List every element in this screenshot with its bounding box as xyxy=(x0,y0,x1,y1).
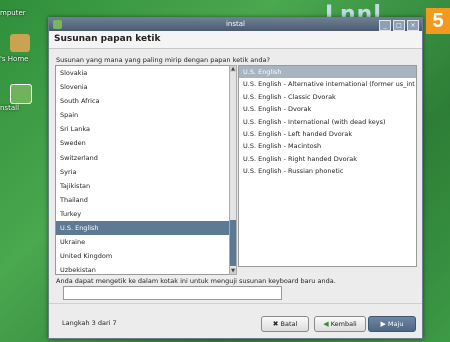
layout-list-item[interactable]: South Africa xyxy=(56,94,230,108)
footer: Langkah 3 dari 7 ✖ Batal ◀ Kembali ▶ Maj… xyxy=(49,303,422,339)
variant-list-item[interactable]: U.S. English xyxy=(239,66,416,79)
layout-list-item[interactable]: Thailand xyxy=(56,193,230,207)
title-bar[interactable]: instal _ □ × xyxy=(49,18,422,31)
layout-scrollbar[interactable]: ▲ ▼ xyxy=(229,65,237,275)
variant-list-item[interactable]: U.S. English - International (with dead … xyxy=(239,116,416,128)
layout-list-item[interactable]: U.S. English xyxy=(56,221,230,236)
minimize-icon[interactable]: _ xyxy=(379,20,391,31)
layout-list-item[interactable]: Tajikistan xyxy=(56,179,230,193)
variant-list-item[interactable]: U.S. English - Right handed Dvorak xyxy=(239,153,416,165)
forward-arrow-icon: ▶ xyxy=(380,320,386,328)
keyboard-test-input[interactable] xyxy=(63,286,282,300)
scroll-thumb[interactable] xyxy=(230,220,236,266)
installer-window: instal _ □ × Susunan papan ketik Susunan… xyxy=(48,17,423,339)
layout-list-item[interactable]: Sweden xyxy=(56,136,230,150)
layout-list-item[interactable]: Syria xyxy=(56,165,230,179)
page-title: Susunan papan ketik xyxy=(49,31,422,49)
install-icon[interactable] xyxy=(10,84,32,104)
layout-list[interactable]: Slovakia Slovenia South Africa Spain Sri Lan… xyxy=(55,65,231,275)
layout-list-item[interactable]: Switzerland xyxy=(56,151,230,165)
variant-list-item[interactable]: U.S. English - Alternative international… xyxy=(239,78,416,90)
layout-list-item[interactable]: Slovenia xyxy=(56,80,230,94)
layout-list-item[interactable]: Turkey xyxy=(56,207,230,221)
layout-list-item[interactable]: Sri Lanka xyxy=(56,122,230,136)
scroll-up-icon[interactable]: ▲ xyxy=(230,66,236,72)
step-badge: 5 xyxy=(426,8,450,34)
layout-list-item[interactable]: Ukraine xyxy=(56,235,230,249)
layout-list-item[interactable]: Slovakia xyxy=(56,66,230,80)
variant-list-item[interactable]: U.S. English - Left handed Dvorak xyxy=(239,128,416,140)
desktop-computer-label: mputer xyxy=(0,9,26,17)
variant-list[interactable]: U.S. English U.S. English - Alternative i… xyxy=(238,65,417,267)
window-title: instal xyxy=(225,20,245,28)
test-hint: Anda dapat mengetik ke dalam kotak ini u… xyxy=(56,277,336,285)
variant-list-item[interactable]: U.S. English - Dvorak xyxy=(239,103,416,115)
step-indicator: Langkah 3 dari 7 xyxy=(62,319,117,327)
cancel-icon: ✖ xyxy=(272,320,279,328)
desktop-install-label: nstall xyxy=(0,104,20,112)
maximize-icon[interactable]: □ xyxy=(393,20,405,31)
variant-list-item[interactable]: U.S. English - Classic Dvorak xyxy=(239,91,416,103)
layout-list-item[interactable]: Spain xyxy=(56,108,230,122)
cancel-button[interactable]: ✖ Batal xyxy=(261,316,309,332)
layout-list-item[interactable]: Uzbekistan xyxy=(56,263,230,274)
scroll-down-icon[interactable]: ▼ xyxy=(230,268,236,274)
back-button[interactable]: ◀ Kembali xyxy=(314,316,366,332)
desktop-home-label: 's Home xyxy=(0,55,29,63)
question-label: Susunan yang mana yang paling mirip deng… xyxy=(56,56,270,64)
back-arrow-icon: ◀ xyxy=(323,320,329,328)
next-button[interactable]: ▶ Maju xyxy=(368,316,416,332)
close-icon[interactable]: × xyxy=(407,20,419,31)
variant-list-item[interactable]: U.S. English - Russian phonetic xyxy=(239,165,416,177)
home-folder-icon[interactable] xyxy=(10,34,30,52)
layout-list-item[interactable]: United Kingdom xyxy=(56,249,230,263)
variant-list-item[interactable]: U.S. English - Macintosh xyxy=(239,140,416,152)
